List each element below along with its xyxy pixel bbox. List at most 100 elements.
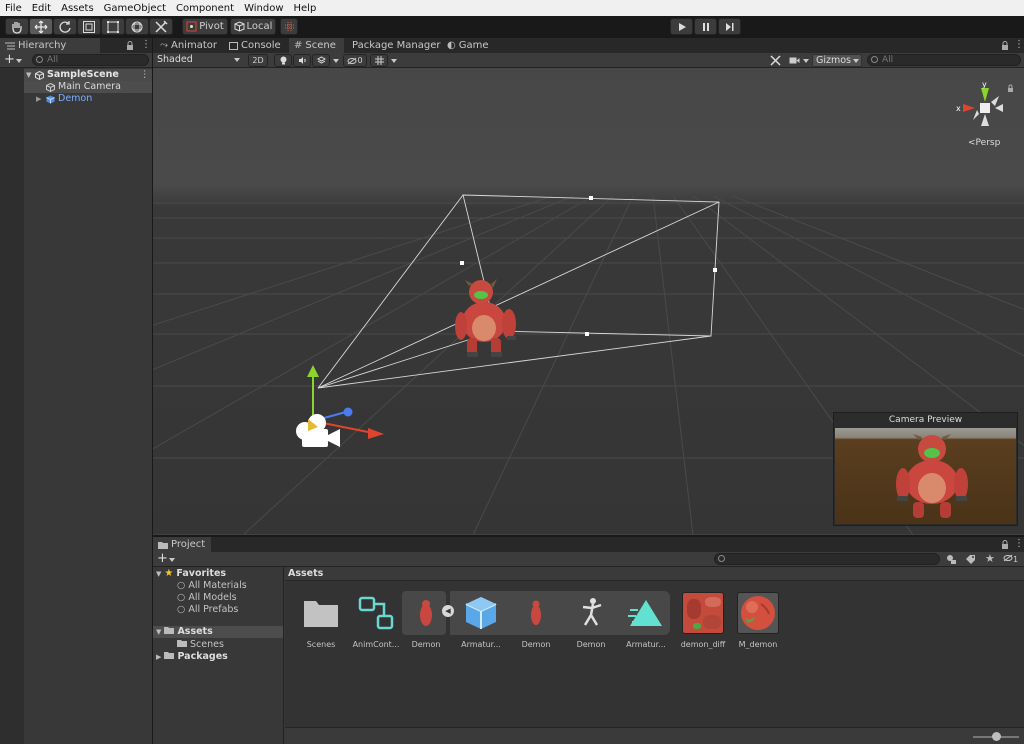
tools-icon <box>155 19 168 33</box>
rect-tool-button[interactable] <box>101 18 125 35</box>
packages-folder-icon <box>164 652 175 659</box>
label-tag-icon[interactable] <box>965 554 976 565</box>
scene-menu-icon[interactable]: ⋮ <box>1014 39 1024 50</box>
hierarchy-item-main-camera[interactable]: Main Camera <box>24 81 152 93</box>
move-tool-button[interactable] <box>29 18 53 35</box>
2d-label: 2D <box>252 56 264 65</box>
menu-window[interactable]: Window <box>239 3 288 14</box>
main-camera-gizmo[interactable] <box>278 353 398 463</box>
animator-icon: ⤳ <box>160 40 168 51</box>
shading-mode-dropdown[interactable]: Shaded <box>154 54 242 67</box>
collapse-arrow-icon[interactable]: ▶ <box>36 93 41 105</box>
rotate-tool-button[interactable] <box>53 18 77 35</box>
scene-row[interactable]: ▼ SampleScene ⋮ <box>24 69 152 81</box>
audio-toggle[interactable] <box>293 54 311 67</box>
grid-snap-button[interactable] <box>280 18 298 35</box>
scene-visibility-toggle[interactable]: 0 <box>343 54 367 67</box>
projection-toggle[interactable]: <Persp <box>968 138 1000 148</box>
tab-game[interactable]: ◐ Game <box>443 38 493 53</box>
menu-file[interactable]: File <box>0 3 27 14</box>
2d-toggle[interactable]: 2D <box>248 54 268 67</box>
hierarchy-search-input[interactable]: All <box>32 54 149 66</box>
asset-demon-animation[interactable]: Demon <box>564 592 618 649</box>
menu-help[interactable]: Help <box>289 3 322 14</box>
project-add-icon[interactable]: + <box>157 551 168 566</box>
hierarchy-item-demon[interactable]: ▶ Demon <box>24 93 152 105</box>
asset-demon-mesh[interactable]: Demon <box>509 592 563 649</box>
packages-folder-row[interactable]: ▶ Packages <box>156 651 228 663</box>
tab-package-manager[interactable]: Package Manager <box>348 38 441 53</box>
local-toggle[interactable]: Local <box>230 18 276 35</box>
texture-icon <box>682 592 724 634</box>
scale-tool-button[interactable] <box>77 18 101 35</box>
demon-character[interactable] <box>447 278 521 360</box>
scene-menu-icon[interactable]: ⋮ <box>140 69 150 81</box>
favorite-all-prefabs[interactable]: ○ All Prefabs <box>177 604 238 616</box>
tab-hierarchy[interactable]: Hierarchy <box>0 38 100 53</box>
effects-dropdown-arrow-icon[interactable] <box>333 59 339 63</box>
project-panel: Project ⋮ + ★ 1 ▼ ★ Favorites ○ All Mate… <box>153 537 1024 744</box>
pause-button[interactable] <box>694 18 717 35</box>
effects-toggle[interactable] <box>312 54 330 67</box>
menu-component[interactable]: Component <box>171 3 239 14</box>
project-add-dropdown-icon[interactable] <box>169 558 175 562</box>
menu-assets[interactable]: Assets <box>56 3 99 14</box>
asset-label: AnimCont... <box>352 640 400 649</box>
menu-gameobject[interactable]: GameObject <box>99 3 171 14</box>
transform-tool-button[interactable] <box>125 18 149 35</box>
expand-arrow-icon[interactable]: ▼ <box>26 69 31 81</box>
scene-lock-icon[interactable] <box>1001 41 1009 50</box>
step-button[interactable] <box>718 18 741 35</box>
tab-console[interactable]: Console <box>225 38 287 53</box>
tab-project[interactable]: Project <box>153 537 211 552</box>
project-visibility-toggle[interactable]: 1 <box>1003 554 1018 564</box>
grid-toggle[interactable] <box>370 54 388 67</box>
persp-arrow-icon: < <box>968 138 976 148</box>
scene-search-input[interactable]: All <box>867 54 1021 66</box>
add-dropdown-arrow-icon[interactable] <box>16 59 22 63</box>
thumbnail-size-slider-handle[interactable] <box>992 732 1001 741</box>
asset-armature-avatar[interactable]: Armatur... <box>454 592 508 649</box>
hand-tool-button[interactable] <box>5 18 29 35</box>
asset-demon-diffuse-texture[interactable]: demon_diff <box>676 592 730 649</box>
asset-label: demon_diff <box>680 640 726 649</box>
grid-dropdown-arrow-icon[interactable] <box>391 59 397 63</box>
lock-icon[interactable] <box>126 41 134 50</box>
tab-animator[interactable]: ⤳ Animator <box>156 38 222 53</box>
tab-package-manager-label: Package Manager <box>352 40 441 51</box>
asset-scenes-folder[interactable]: Scenes <box>294 592 348 649</box>
search-icon: ○ <box>177 604 186 615</box>
hierarchy-panel: Hierarchy ⋮ + All ▼ SampleScene ⋮ Main C… <box>0 38 152 744</box>
favorite-all-models[interactable]: ○ All Models <box>177 592 237 604</box>
menu-edit[interactable]: Edit <box>27 3 56 14</box>
favorite-star-icon[interactable]: ★ <box>985 552 995 565</box>
camera-dropdown-arrow-icon[interactable] <box>803 59 809 63</box>
favorite-all-materials[interactable]: ○ All Materials <box>177 580 247 592</box>
asset-animator-controller[interactable]: AnimCont... <box>349 592 403 649</box>
scene-tools-icon[interactable] <box>770 55 781 66</box>
hierarchy-menu-icon[interactable]: ⋮ <box>141 39 151 50</box>
asset-demon-model[interactable]: Demon <box>399 592 453 649</box>
project-search-input[interactable] <box>714 553 940 565</box>
breadcrumb-assets[interactable]: Assets <box>288 568 323 579</box>
lighting-toggle[interactable] <box>274 54 292 67</box>
asset-demon-material[interactable]: M_demon <box>731 592 785 649</box>
camera-settings-icon[interactable] <box>789 56 800 65</box>
project-lock-icon[interactable] <box>1001 540 1009 549</box>
gizmos-dropdown[interactable]: Gizmos <box>812 54 862 67</box>
avatar-cube-icon <box>465 597 497 629</box>
asset-armature-mask[interactable]: Armatur... <box>619 592 673 649</box>
play-button[interactable] <box>670 18 693 35</box>
custom-tool-button[interactable] <box>149 18 173 35</box>
scenes-folder-row[interactable]: Scenes <box>177 639 224 651</box>
project-menu-icon[interactable]: ⋮ <box>1014 538 1024 549</box>
assets-folder-row[interactable]: ▼ Assets <box>153 626 283 638</box>
tab-game-label: Game <box>458 40 489 51</box>
pivot-toggle[interactable]: Pivot <box>182 18 228 35</box>
tab-scene[interactable]: # Scene <box>289 38 344 53</box>
folder-tab-icon <box>158 541 168 549</box>
favorites-row[interactable]: ▼ ★ Favorites <box>156 568 226 580</box>
add-icon[interactable]: + <box>4 52 15 67</box>
search-by-type-icon[interactable] <box>946 554 957 565</box>
scene-viewport[interactable]: y x <Persp Camera Preview <box>153 68 1024 535</box>
